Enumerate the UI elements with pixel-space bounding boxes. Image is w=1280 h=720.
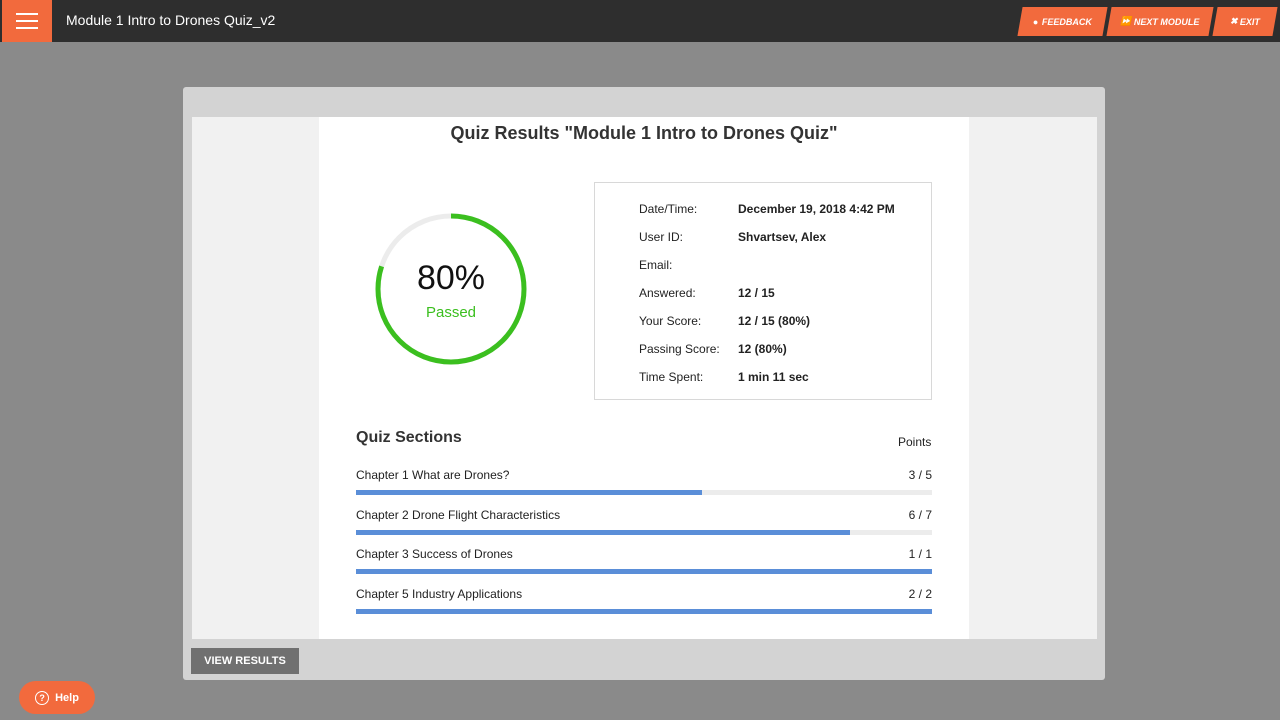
section-points: 3 / 5 [908, 468, 932, 482]
detail-label: Answered: [639, 286, 696, 300]
details-box: Date/Time: December 19, 2018 4:42 PM Use… [594, 182, 932, 400]
points-header: Points [898, 435, 932, 449]
section-progress-fill [356, 530, 850, 535]
detail-label: Time Spent: [639, 370, 704, 384]
feedback-label: FEEDBACK [1041, 16, 1092, 27]
app-title: Module 1 Intro to Drones Quiz_v2 [66, 12, 276, 28]
view-results-button[interactable]: VIEW RESULTS [191, 648, 299, 674]
detail-label: Passing Score: [639, 342, 720, 356]
section-row: Chapter 5 Industry Applications 2 / 2 [356, 587, 932, 621]
section-progress-track [356, 569, 932, 574]
detail-label: Date/Time: [639, 202, 698, 216]
fast-forward-icon: ⏩ [1120, 16, 1132, 26]
quiz-results-title: Quiz Results "Module 1 Intro to Drones Q… [450, 123, 838, 143]
results-panel: Quiz Results "Module 1 Intro to Drones Q… [319, 117, 969, 639]
section-progress-track [356, 490, 932, 495]
score-percent: 80% [416, 259, 486, 297]
detail-value: December 19, 2018 4:42 PM [738, 202, 895, 216]
close-icon: ✖ [1229, 16, 1238, 26]
hamburger-icon[interactable] [2, 0, 52, 42]
feedback-button[interactable]: ● FEEDBACK [1017, 7, 1108, 36]
section-points: 6 / 7 [908, 508, 932, 522]
detail-value: 12 (80%) [738, 342, 787, 356]
section-name: Chapter 2 Drone Flight Characteristics [356, 508, 561, 522]
detail-value: 12 / 15 [738, 286, 775, 300]
section-row: Chapter 2 Drone Flight Characteristics 6… [356, 508, 932, 542]
exit-label: EXIT [1240, 16, 1261, 27]
detail-label: Your Score: [639, 314, 702, 328]
section-row: Chapter 3 Success of Drones 1 / 1 [356, 547, 932, 581]
next-module-label: NEXT MODULE [1134, 16, 1200, 27]
section-progress-fill [356, 569, 932, 574]
exit-button[interactable]: ✖ EXIT [1212, 7, 1278, 36]
top-bar: Module 1 Intro to Drones Quiz_v2 ● FEEDB… [0, 0, 1280, 42]
section-name: Chapter 5 Industry Applications [356, 587, 523, 601]
section-progress-fill [356, 609, 932, 614]
detail-value: 1 min 11 sec [738, 370, 809, 384]
detail-value: 12 / 15 (80%) [738, 314, 811, 328]
detail-label: Email: [639, 258, 673, 272]
section-points: 2 / 2 [908, 587, 932, 601]
pass-status: Passed [425, 304, 477, 321]
section-progress-track [356, 530, 932, 535]
detail-label: User ID: [639, 230, 684, 244]
section-progress-track [356, 609, 932, 614]
section-progress-fill [356, 490, 702, 495]
next-module-button[interactable]: ⏩ NEXT MODULE [1106, 7, 1214, 36]
speech-bubble-icon: ● [1033, 16, 1039, 27]
section-name: Chapter 3 Success of Drones [356, 547, 513, 561]
section-points: 1 / 1 [908, 547, 932, 561]
content-area[interactable]: Quiz Results "Module 1 Intro to Drones Q… [192, 117, 1097, 639]
detail-value: Shvartsev, Alex [738, 230, 827, 244]
section-name: Chapter 1 What are Drones? [356, 468, 510, 482]
help-button[interactable]: ? Help [19, 681, 95, 714]
section-row: Chapter 1 What are Drones? 3 / 5 [356, 468, 932, 502]
help-label: Help [55, 691, 79, 704]
quiz-frame: Quiz Results "Module 1 Intro to Drones Q… [183, 87, 1105, 680]
quiz-sections-title: Quiz Sections [356, 429, 462, 446]
question-circle-icon: ? [35, 690, 50, 705]
